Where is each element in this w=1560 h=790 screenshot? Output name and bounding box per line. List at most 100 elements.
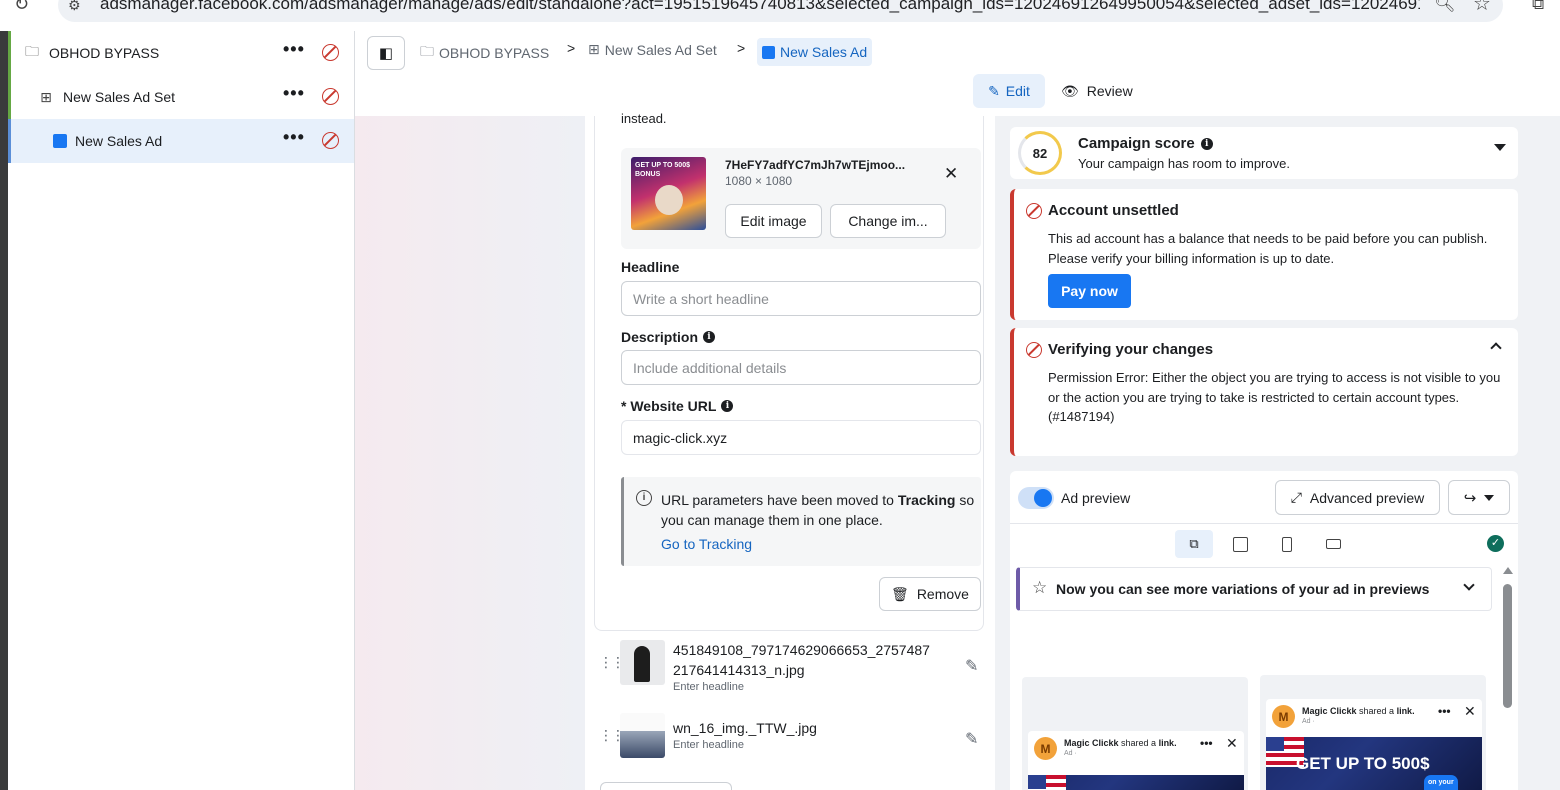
divider [1010,523,1518,524]
site-settings-icon[interactable]: ⚙ [68,0,81,14]
format-all-placements[interactable]: ⧉ [1175,530,1213,558]
breadcrumb-separator: > [737,40,746,56]
tab-label: Edit [1005,83,1030,99]
title-text: Campaign score [1078,135,1195,152]
add-media-button[interactable] [600,782,732,790]
url-text[interactable]: adsmanager.facebook.com/adsmanager/manag… [100,0,1420,14]
label-text: Description [621,329,699,345]
media-section: instead. GET UP TO 500$ BONUS 7HeFY7adfY… [594,111,984,631]
sidebar-icon: ◧ [378,45,394,62]
chevron-down-icon [1484,494,1495,501]
website-url-input[interactable]: magic-click.xyz [621,420,981,455]
asset-headline-placeholder[interactable]: Enter headline [673,681,744,693]
ad-creative-editor: instead. GET UP TO 500$ BONUS 7HeFY7adfY… [585,111,995,790]
preview-placement: M Magic Clickk shared a link. Ad · ••• ✕… [1260,675,1486,790]
thumbnail-figure [655,185,683,215]
sponsored-label: Ad · [1064,750,1077,757]
error-icon [322,132,339,149]
format-square[interactable] [1221,530,1259,558]
shared-text: shared a [1356,706,1397,716]
breadcrumb-label: OBHOD BYPASS [439,45,550,61]
asset-headline-placeholder[interactable]: Enter headline [673,739,744,751]
info-icon[interactable]: i [721,400,734,412]
devices-icon: ⧉ [1189,536,1199,551]
info-icon[interactable]: i [1200,137,1213,150]
notice-text-start: URL parameters have been moved to [661,492,898,508]
scrollbar-thumb[interactable] [1503,584,1512,708]
breadcrumb-label: New Sales Ad Set [604,41,717,58]
pencil-icon[interactable]: ✎ [965,729,978,749]
more-options-icon: ••• [1438,704,1451,718]
post-creative [1028,775,1244,790]
asset-item[interactable]: ⋮⋮ wn_16_img._TTW_.jpg Enter headline ✎ [595,713,985,773]
extensions-icon[interactable]: ⧉ [1532,0,1544,14]
reload-icon[interactable]: ↻ [14,0,29,15]
more-options-icon[interactable]: ••• [283,127,305,148]
avatar: M [1034,737,1057,760]
post-author: Magic Clickk shared a link. [1064,738,1177,748]
remove-button[interactable]: 🗑︎ Remove [879,577,981,611]
verifying-changes-alert: Verifying your changes Permission Error:… [1010,328,1518,456]
breadcrumb-adset[interactable]: ⊞ New Sales Ad Set [588,41,717,58]
url-parameters-notice: i URL parameters have been moved to Trac… [621,477,981,566]
square-icon [1232,536,1248,552]
caret-down-icon[interactable] [1494,144,1506,151]
expand-icon: ⤢ [1290,489,1302,505]
score-subtitle: Your campaign has room to improve. [1078,156,1290,171]
tab-review[interactable]: 👁︎ Review [1061,74,1151,108]
editor-background-left [355,116,585,790]
more-options-icon[interactable]: ••• [283,39,305,60]
description-input[interactable]: Include additional details [621,350,981,385]
preview-scrollbar[interactable] [1503,567,1513,790]
breadcrumb-ad[interactable]: New Sales Ad [757,38,873,66]
go-to-tracking-link[interactable]: Go to Tracking [661,536,752,552]
tab-edit[interactable]: ✎ Edit [973,74,1045,108]
tree-item-adset[interactable]: ⊞ New Sales Ad Set ••• [8,75,354,119]
grid-icon: ⊞ [588,41,600,57]
more-options-icon[interactable]: ••• [283,83,305,104]
link-text: link. [1158,738,1177,748]
chevron-up-icon[interactable] [1490,342,1502,354]
advanced-preview-button[interactable]: ⤢ Advanced preview [1275,480,1440,515]
asset-item[interactable]: ⋮⋮ 451849108_797174629066653_27574872176… [595,640,985,700]
alert-title: Account unsettled [1048,202,1179,219]
campaign-score-card[interactable]: 82 Campaign score i Your campaign has ro… [1010,127,1518,179]
selected-image: GET UP TO 500$ BONUS 7HeFY7adfYC7mJh7wTE… [621,148,981,249]
ad-preview-toggle[interactable] [1018,487,1054,509]
format-vertical[interactable] [1268,530,1306,558]
variations-banner[interactable]: ☆ Now you can see more variations of you… [1016,567,1492,611]
grid-icon: ⊞ [40,88,52,105]
zoom-icon[interactable]: 🔍︎ [1434,0,1456,14]
edit-image-button[interactable]: Edit image [725,204,822,238]
share-icon: ↪ [1463,489,1477,507]
label-text: Headline [621,259,680,275]
share-preview-button[interactable]: ↪ [1448,480,1510,515]
toggle-sidebar-button[interactable]: ◧ [367,36,405,70]
bookmark-star-icon[interactable]: ☆ [1473,0,1491,16]
scroll-up-icon[interactable] [1503,567,1513,574]
tree-item-campaign[interactable]: 🗀 OBHOD BYPASS ••• [8,31,354,75]
variations-text: Now you can see more variations of your … [1056,581,1430,597]
pencil-icon[interactable]: ✎ [965,656,978,676]
close-icon[interactable]: ✕ [944,164,958,184]
star-icon: ☆ [1032,578,1048,597]
pencil-icon: ✎ [988,82,1000,99]
avatar: M [1272,705,1295,728]
creative-badge: on your [1424,775,1458,790]
button-label: Remove [916,586,969,602]
pay-now-button[interactable]: Pay now [1048,274,1131,308]
error-icon [1026,203,1042,219]
change-image-button[interactable]: Change im... [830,204,946,238]
info-icon[interactable]: i [703,331,716,343]
author-name: Magic Clickk [1064,738,1119,748]
breadcrumb-campaign[interactable]: 🗀 OBHOD BYPASS [420,41,549,65]
alert-body: This ad account has a balance that needs… [1048,231,1488,266]
facebook-post-preview: M Magic Clickk shared a link. Ad · ••• ✕… [1266,699,1482,790]
format-landscape[interactable] [1314,530,1352,558]
sponsored-label: Ad · [1302,718,1315,725]
tree-item-ad[interactable]: New Sales Ad ••• [8,119,354,163]
chevron-down-icon[interactable] [1463,579,1475,591]
author-name: Magic Clickk [1302,706,1357,716]
score-title: Campaign score i [1078,135,1213,152]
headline-input[interactable]: Write a short headline [621,281,981,316]
